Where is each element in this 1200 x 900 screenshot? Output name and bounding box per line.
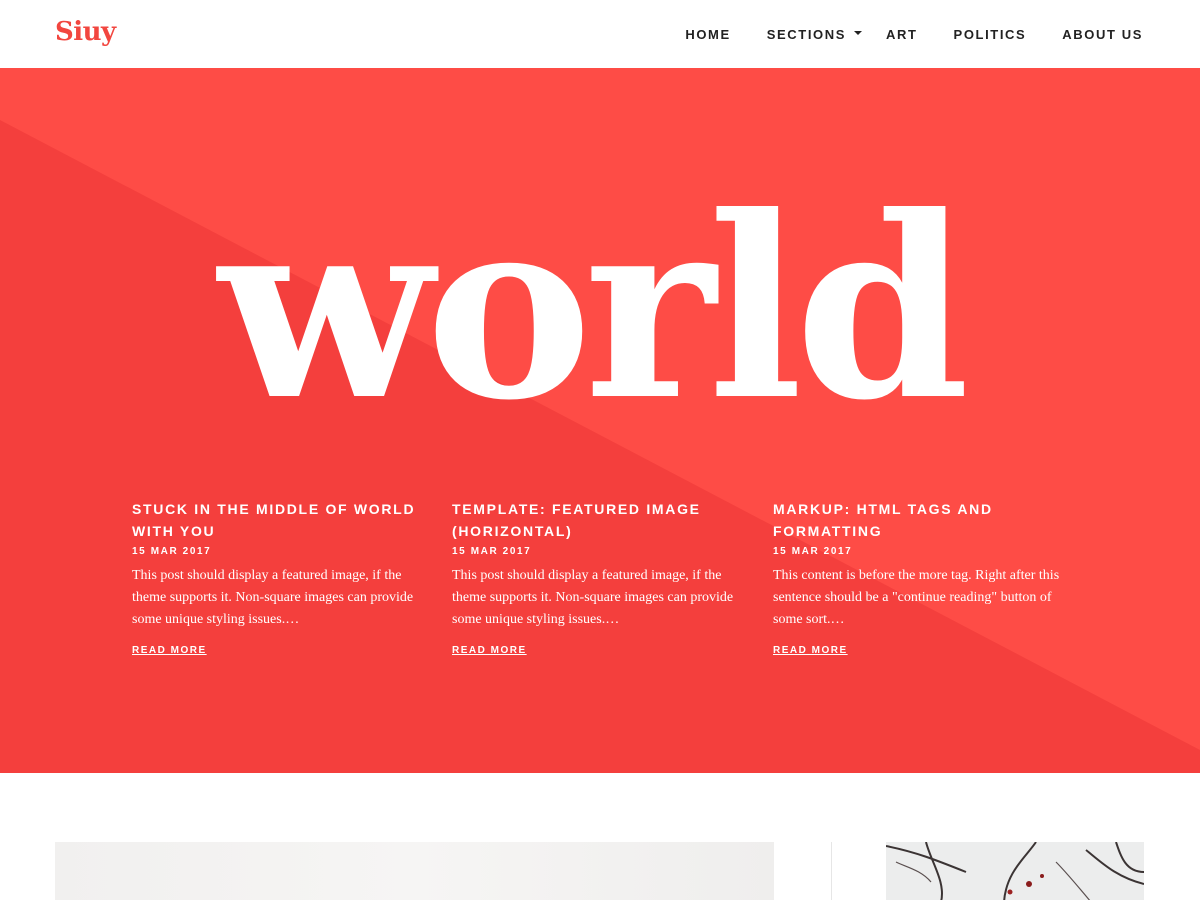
read-more-link[interactable]: READ MORE — [132, 645, 207, 656]
nav-item-sections[interactable]: SECTIONS — [766, 26, 863, 42]
branch-photo-graphic — [886, 842, 1144, 900]
featured-post-image[interactable] — [55, 842, 774, 900]
post-title[interactable]: STUCK IN THE MIDDLE OF WORLD WITH YOU — [132, 498, 422, 542]
hero-posts: STUCK IN THE MIDDLE OF WORLD WITH YOU 15… — [132, 498, 1092, 698]
nav-item-art[interactable]: ART — [886, 27, 918, 42]
post-excerpt: This post should display a featured imag… — [452, 568, 734, 627]
content-area — [0, 773, 1200, 900]
post-title[interactable]: MARKUP: HTML TAGS AND FORMATTING — [773, 498, 1063, 542]
post-card: STUCK IN THE MIDDLE OF WORLD WITH YOU 15… — [132, 498, 422, 658]
nav-item-politics[interactable]: POLITICS — [954, 27, 1027, 42]
site-logo[interactable]: Siuy — [55, 17, 116, 47]
hero-section: world STUCK IN THE MIDDLE OF WORLD WITH … — [0, 68, 1200, 773]
sidebar-post-image[interactable] — [886, 842, 1144, 900]
site-header: Siuy HOME SECTIONS ART POLITICS ABOUT US — [0, 0, 1200, 68]
read-more-link[interactable]: READ MORE — [452, 645, 527, 656]
hero-word: world — [215, 168, 964, 418]
post-date: 15 MAR 2017 — [132, 546, 212, 557]
nav-item-home[interactable]: HOME — [685, 27, 730, 42]
read-more-link[interactable]: READ MORE — [773, 645, 848, 656]
hero-word-graphic: world — [215, 168, 972, 418]
post-date: 15 MAR 2017 — [773, 546, 853, 557]
caret-down-icon — [854, 31, 863, 35]
post-card: TEMPLATE: FEATURED IMAGE (HORIZONTAL) 15… — [452, 498, 742, 658]
post-card: MARKUP: HTML TAGS AND FORMATTING 15 MAR … — [773, 498, 1063, 658]
main-nav: HOME SECTIONS ART POLITICS ABOUT US — [685, 0, 1143, 68]
nav-item-sections-label: SECTIONS — [766, 26, 847, 42]
post-excerpt: This content is before the more tag. Rig… — [773, 568, 1060, 627]
post-date: 15 MAR 2017 — [452, 546, 532, 557]
nav-item-about-us[interactable]: ABOUT US — [1062, 27, 1143, 42]
sidebar-divider — [831, 842, 832, 900]
post-title[interactable]: TEMPLATE: FEATURED IMAGE (HORIZONTAL) — [452, 498, 742, 542]
post-excerpt: This post should display a featured imag… — [132, 568, 414, 627]
